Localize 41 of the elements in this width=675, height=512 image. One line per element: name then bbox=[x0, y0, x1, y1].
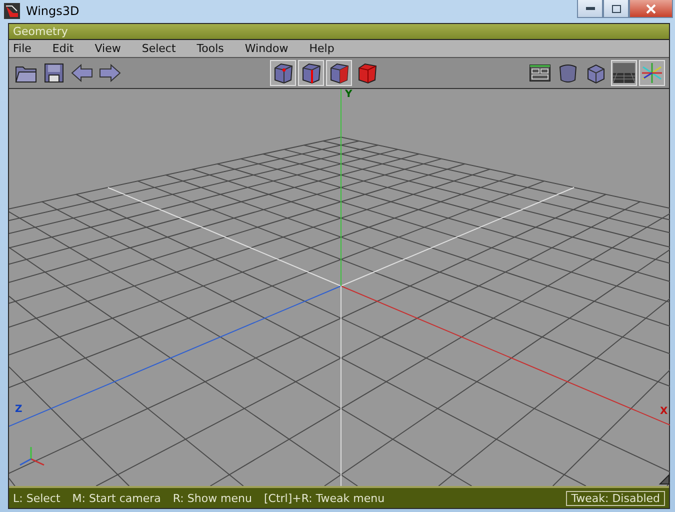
axis-label: Y bbox=[345, 89, 352, 100]
minimize-button[interactable] bbox=[577, 0, 603, 18]
menu-item[interactable]: Window bbox=[240, 42, 292, 55]
selection-mode-button[interactable] bbox=[270, 60, 296, 86]
selection-mode-button[interactable] bbox=[326, 60, 352, 86]
menu-item[interactable]: Tools bbox=[192, 42, 228, 55]
close-icon bbox=[646, 4, 656, 14]
orientation-axes-icon bbox=[20, 447, 44, 466]
left-arrow-icon bbox=[71, 63, 93, 83]
app-logo-icon bbox=[4, 2, 20, 18]
cube-icon bbox=[585, 62, 607, 84]
menu-item[interactable]: Edit bbox=[48, 42, 78, 55]
status-hint: L: Select bbox=[13, 492, 60, 504]
menu-item[interactable]: View bbox=[90, 42, 125, 55]
selection-mode-button[interactable] bbox=[298, 60, 324, 86]
view-toggle-button[interactable] bbox=[611, 60, 637, 86]
axis-label: X bbox=[660, 406, 668, 418]
view-toggle-button[interactable] bbox=[639, 60, 665, 86]
panel-layout-icon bbox=[529, 64, 551, 82]
status-hint: [Ctrl]+R: Tweak menu bbox=[264, 492, 385, 504]
ground-grid-icon bbox=[613, 63, 635, 83]
axes-icon bbox=[641, 63, 663, 83]
wire-cube-icon bbox=[300, 62, 322, 84]
wire-cube-icon bbox=[272, 62, 294, 84]
maximize-icon bbox=[612, 4, 620, 12]
window-title: Wings3D bbox=[26, 4, 80, 18]
minimize-icon bbox=[586, 7, 594, 10]
right-arrow-icon bbox=[99, 63, 121, 83]
status-hint: M: Start camera bbox=[72, 492, 161, 504]
wire-cube-icon bbox=[328, 62, 350, 84]
panel-title: Geometry bbox=[9, 24, 669, 40]
tweak-status: Tweak: Disabled bbox=[566, 490, 665, 506]
menu-item[interactable]: Help bbox=[305, 42, 338, 55]
maximize-button[interactable] bbox=[603, 0, 629, 18]
menu-item[interactable]: Select bbox=[138, 42, 180, 55]
axis-label: Z bbox=[15, 404, 22, 416]
menu-item[interactable]: File bbox=[9, 42, 36, 55]
smooth-cube-icon bbox=[557, 62, 579, 84]
close-button[interactable] bbox=[629, 0, 673, 18]
solid-cube-icon bbox=[356, 62, 378, 84]
status-hint: R: Show menu bbox=[172, 492, 252, 504]
